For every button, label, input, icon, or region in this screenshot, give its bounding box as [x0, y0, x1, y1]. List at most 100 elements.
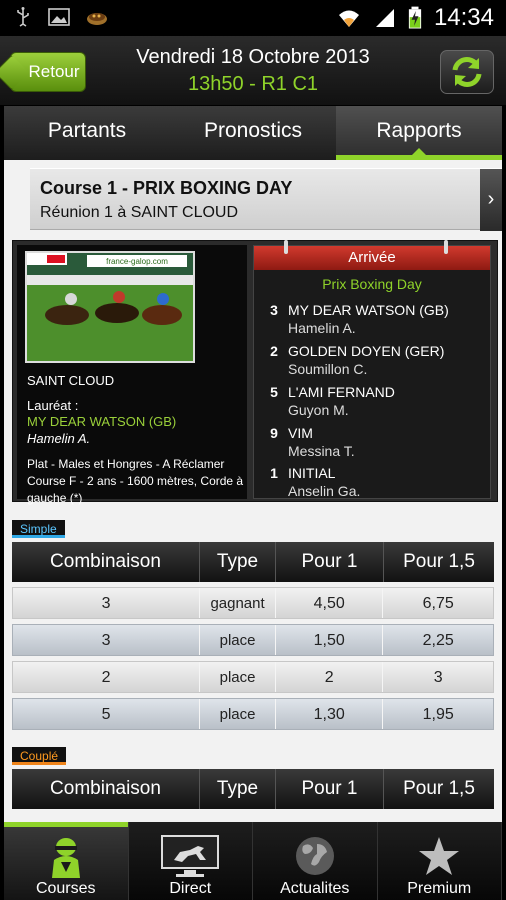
chevron-right-icon: ›	[487, 188, 495, 210]
arrivee-runner: 9 VIM Messina T.	[254, 425, 490, 465]
app-header: Retour Vendredi 18 Octobre 2013 13h50 - …	[0, 36, 506, 106]
race-description: Plat - Males et Hongres - A Réclamer Cou…	[27, 457, 244, 505]
race-place: SAINT CLOUD	[27, 373, 115, 388]
arrivee-runner: 2 GOLDEN DOYEN (GER) Soumillon C.	[254, 343, 490, 383]
refresh-icon	[452, 57, 482, 87]
race-header[interactable]: Course 1 - PRIX BOXING DAY Réunion 1 à S…	[30, 168, 502, 231]
col-type: Type	[200, 542, 276, 582]
laureat-name: MY DEAR WATSON (GB)	[27, 414, 177, 429]
nav-actualites-label: Actualites	[280, 880, 350, 897]
race-photo: france-galop.com	[25, 251, 195, 363]
globe-icon	[295, 837, 334, 875]
cell-combinaison: 3	[13, 588, 201, 618]
wifi-icon	[338, 10, 359, 27]
image-icon	[48, 8, 70, 26]
table-row: 2 place 2 3	[12, 661, 494, 693]
cell-combinaison: 3	[13, 625, 201, 655]
arrivee-panel: Arrivée Prix Boxing Day 3 MY DEAR WATSON…	[253, 240, 491, 499]
runner-name: GOLDEN DOYEN (GER)	[288, 343, 445, 359]
cell-pour-1: 1,50	[276, 625, 384, 655]
status-time: 14:34	[433, 4, 494, 31]
main-content: Course 1 - PRIX BOXING DAY Réunion 1 à S…	[4, 160, 502, 828]
runner-name: VIM	[288, 425, 313, 441]
cell-type: place	[200, 662, 276, 692]
runner-jockey: Soumillon C.	[288, 361, 368, 377]
cell-combinaison: 5	[13, 699, 201, 729]
couple-section-label: Couplé	[12, 747, 67, 765]
tab-bar: Partants Pronostics Rapports	[4, 106, 502, 160]
tab-pronostics[interactable]: Pronostics	[170, 106, 336, 160]
runner-jockey: Messina T.	[288, 443, 355, 459]
signal-icon	[375, 9, 394, 27]
cell-pour-1-5: 3	[433, 669, 443, 686]
col-combinaison: Combinaison	[12, 542, 200, 582]
col-combinaison: Combinaison	[12, 769, 200, 809]
runner-name: INITIAL	[288, 465, 336, 481]
cell-pour-1-5: 6,75	[422, 595, 454, 612]
table-row: 5 place 1,30 1,95	[12, 698, 494, 730]
food-icon	[87, 13, 107, 25]
tab-rapports[interactable]: Rapports	[336, 106, 502, 160]
header-date: Vendredi 18 Octobre 2013	[136, 46, 370, 68]
cell-pour-1-5: 2,25	[422, 632, 454, 649]
cell-pour-1: 1,30	[276, 699, 384, 729]
photo-banner-text: france-galop.com	[106, 257, 168, 266]
runner-jockey: Guyon M.	[288, 402, 349, 418]
cell-type: place	[200, 625, 276, 655]
arrivee-title: Arrivée	[254, 246, 490, 270]
pin-icon	[444, 240, 448, 254]
table-row: 3 place 1,50 2,25	[12, 624, 494, 656]
nav-courses-label: Courses	[35, 880, 96, 897]
runner-number: 3	[270, 302, 278, 318]
header-race-code: 13h50 - R1 C1	[187, 73, 319, 95]
usb-icon	[17, 7, 29, 27]
nav-courses[interactable]: Courses	[4, 822, 129, 900]
cell-combinaison: 2	[13, 662, 201, 692]
cell-pour-1: 4,50	[276, 588, 384, 618]
pin-icon	[284, 240, 288, 254]
runner-number: 9	[270, 425, 278, 441]
table-row: 3 gagnant 4,50 6,75	[12, 587, 494, 619]
arrivee-runner: 1 INITIAL Anselin Ga.	[254, 465, 490, 505]
cell-pour-1-5: 1,95	[422, 706, 454, 723]
runner-number: 2	[270, 343, 278, 359]
nav-direct[interactable]: Direct	[128, 822, 253, 900]
bottom-nav: Courses Direct Actualites Premium	[4, 822, 502, 900]
runner-number: 1	[270, 465, 278, 481]
runner-jockey: Anselin Ga.	[288, 483, 361, 499]
race-title: Course 1 - PRIX BOXING DAY	[40, 178, 293, 198]
simple-table-header: Combinaison Type Pour 1 Pour 1,5	[12, 542, 494, 582]
col-type: Type	[200, 769, 276, 809]
runner-name: L'AMI FERNAND	[288, 384, 395, 400]
status-bar: 14:34	[0, 0, 506, 36]
battery-charging-icon	[408, 6, 422, 29]
nav-direct-label: Direct	[169, 880, 212, 897]
col-pour-1: Pour 1	[276, 769, 384, 809]
runner-name: MY DEAR WATSON (GB)	[288, 302, 449, 318]
cell-type: place	[200, 699, 276, 729]
next-race-arrow[interactable]: ›	[480, 169, 502, 231]
col-pour-1-5: Pour 1,5	[403, 551, 475, 572]
race-subtitle: Réunion 1 à SAINT CLOUD	[40, 204, 239, 221]
couple-table-header: Combinaison Type Pour 1 Pour 1,5	[12, 769, 494, 809]
arrivee-runner: 3 MY DEAR WATSON (GB) Hamelin A.	[254, 302, 490, 342]
arrivee-race-name: Prix Boxing Day	[322, 276, 422, 292]
cell-pour-1: 2	[276, 662, 384, 692]
jockey-icon	[51, 838, 80, 878]
laureat-jockey: Hamelin A.	[27, 431, 91, 446]
race-info-box: france-galop.com SAINT CLOUD Lauréat : M…	[17, 245, 247, 505]
tv-horse-icon	[161, 835, 220, 877]
nav-premium[interactable]: Premium	[377, 822, 502, 900]
tab-partants[interactable]: Partants	[4, 106, 170, 160]
simple-section-label: Simple	[12, 520, 65, 538]
runner-number: 5	[270, 384, 278, 400]
race-info-panel: france-galop.com SAINT CLOUD Lauréat : M…	[12, 240, 498, 505]
laureat-label: Lauréat :	[27, 398, 79, 413]
star-icon	[419, 837, 460, 875]
col-pour-1: Pour 1	[276, 542, 384, 582]
nav-actualites[interactable]: Actualites	[253, 822, 378, 900]
cell-type: gagnant	[200, 588, 276, 618]
nav-premium-label: Premium	[407, 880, 472, 897]
refresh-button[interactable]	[440, 50, 494, 94]
runner-jockey: Hamelin A.	[288, 320, 356, 336]
